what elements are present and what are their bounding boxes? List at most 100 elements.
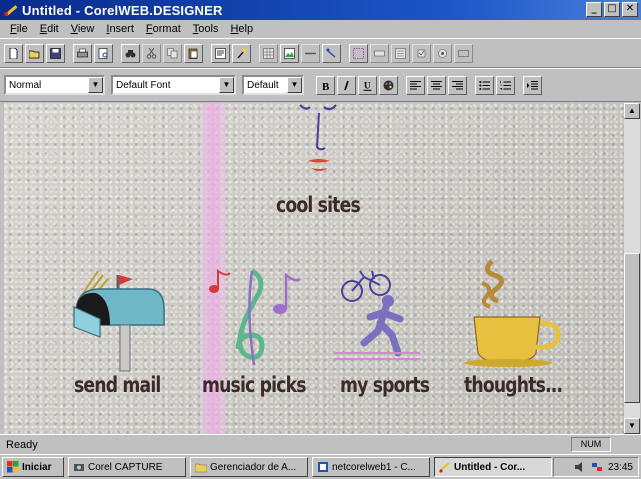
save-button[interactable] bbox=[46, 43, 65, 63]
title-bar: Untitled - CorelWEB.DESIGNER _ □ ✕ bbox=[0, 0, 641, 20]
menu-view[interactable]: View bbox=[65, 23, 101, 35]
folder-icon bbox=[195, 463, 207, 473]
system-tray: 23:45 bbox=[553, 457, 639, 477]
new-document-button[interactable] bbox=[4, 43, 23, 63]
bulleted-list-icon bbox=[479, 80, 490, 90]
floppy-disk-icon bbox=[50, 47, 61, 59]
bold-button[interactable]: B bbox=[316, 75, 335, 95]
font-color-button[interactable] bbox=[379, 75, 398, 95]
table-button[interactable] bbox=[259, 43, 278, 63]
submit-button-tool[interactable] bbox=[454, 43, 473, 63]
corel-app-icon[interactable] bbox=[3, 2, 19, 18]
insert-link-button[interactable] bbox=[322, 43, 341, 63]
taskbar-item-label: Corel CAPTURE bbox=[88, 461, 163, 473]
wand-icon bbox=[237, 48, 247, 58]
network-icon[interactable] bbox=[591, 461, 603, 473]
coffee-cup-icon[interactable] bbox=[464, 257, 574, 369]
menu-file[interactable]: File bbox=[4, 23, 34, 35]
runner-bicycle-icon[interactable] bbox=[330, 261, 440, 371]
vertical-scrollbar[interactable]: ▲ ▼ bbox=[624, 103, 640, 434]
taskbar-item-netcorelweb[interactable]: netcorelweb1 - C... bbox=[312, 457, 430, 477]
form-icon bbox=[353, 47, 364, 59]
start-label: Iniciar bbox=[22, 461, 52, 473]
folder-open-icon bbox=[29, 50, 40, 58]
menu-help[interactable]: Help bbox=[224, 23, 259, 35]
svg-text:B: B bbox=[322, 81, 330, 91]
print-button[interactable] bbox=[73, 43, 92, 63]
speaker-icon[interactable] bbox=[574, 461, 586, 473]
font-size-value: Default bbox=[247, 79, 279, 91]
close-button[interactable]: ✕ bbox=[622, 2, 638, 17]
windows-logo-icon bbox=[7, 461, 19, 473]
align-left-button[interactable] bbox=[406, 75, 425, 95]
document-icon bbox=[318, 462, 328, 472]
caption-send-mail[interactable]: send mail bbox=[74, 373, 161, 397]
caption-my-sports[interactable]: my sports bbox=[340, 373, 430, 397]
numbered-list-icon bbox=[500, 80, 511, 90]
list-box-button[interactable] bbox=[391, 43, 410, 63]
menu-tools[interactable]: Tools bbox=[187, 23, 225, 35]
chevron-down-icon[interactable]: ▼ bbox=[219, 77, 234, 93]
new-document-icon bbox=[9, 47, 18, 59]
underline-button[interactable]: U bbox=[358, 75, 377, 95]
find-button[interactable] bbox=[121, 43, 140, 63]
minimize-button[interactable]: _ bbox=[586, 2, 602, 17]
align-center-button[interactable] bbox=[427, 75, 446, 95]
font-name-select[interactable]: Default Font ▼ bbox=[111, 75, 236, 95]
form-button[interactable] bbox=[349, 43, 368, 63]
menu-format[interactable]: Format bbox=[140, 23, 187, 35]
treble-clef-icon[interactable] bbox=[200, 261, 310, 371]
svg-text:U: U bbox=[364, 80, 371, 90]
taskbar-item-label: netcorelweb1 - C... bbox=[332, 461, 416, 473]
link-icon bbox=[326, 48, 336, 58]
checkbox-button[interactable] bbox=[412, 43, 431, 63]
chevron-down-icon[interactable]: ▼ bbox=[88, 77, 103, 93]
mailbox-icon[interactable] bbox=[70, 261, 170, 373]
scroll-down-button[interactable]: ▼ bbox=[624, 418, 640, 434]
status-bar: Ready NUM bbox=[0, 434, 641, 454]
scroll-thumb[interactable] bbox=[624, 253, 640, 403]
document-canvas[interactable]: cool sites send mail music picks my spor… bbox=[4, 103, 624, 434]
chevron-down-icon[interactable]: ▼ bbox=[287, 77, 302, 93]
radio-button-tool[interactable] bbox=[433, 43, 452, 63]
text-field-button[interactable] bbox=[370, 43, 389, 63]
copy-button[interactable] bbox=[163, 43, 182, 63]
numbered-list-button[interactable] bbox=[496, 75, 515, 95]
bulleted-list-button[interactable] bbox=[475, 75, 494, 95]
align-right-icon bbox=[452, 80, 463, 89]
radio-icon bbox=[438, 48, 447, 58]
italic-button[interactable] bbox=[337, 75, 356, 95]
taskbar: Iniciar Corel CAPTURE Gerenciador de A..… bbox=[0, 454, 641, 479]
maximize-button[interactable]: □ bbox=[604, 2, 620, 17]
face-illustration bbox=[299, 104, 337, 171]
paste-button[interactable] bbox=[184, 43, 203, 63]
cut-button[interactable] bbox=[142, 43, 161, 63]
push-button-icon bbox=[458, 49, 469, 57]
caption-thoughts[interactable]: thoughts... bbox=[464, 373, 563, 397]
table-icon bbox=[263, 47, 274, 59]
printer-icon bbox=[77, 48, 88, 57]
open-button[interactable] bbox=[25, 43, 44, 63]
wizard-button[interactable] bbox=[232, 43, 251, 63]
menu-edit[interactable]: Edit bbox=[34, 23, 65, 35]
taskbar-item-corel-capture[interactable]: Corel CAPTURE bbox=[68, 457, 186, 477]
caption-music-picks[interactable]: music picks bbox=[202, 373, 307, 397]
caption-cool-sites[interactable]: cool sites bbox=[276, 193, 361, 217]
paragraph-style-select[interactable]: Normal ▼ bbox=[4, 75, 105, 95]
window-controls: _ □ ✕ bbox=[586, 2, 638, 17]
clock: 23:45 bbox=[607, 461, 633, 473]
taskbar-item-untitled[interactable]: Untitled - Cor... bbox=[434, 457, 552, 477]
insert-line-button[interactable] bbox=[301, 43, 320, 63]
preview-button[interactable] bbox=[94, 43, 113, 63]
insert-image-button[interactable] bbox=[280, 43, 299, 63]
menu-insert[interactable]: Insert bbox=[100, 23, 140, 35]
start-button[interactable]: Iniciar bbox=[2, 457, 64, 477]
font-size-select[interactable]: Default ▼ bbox=[242, 75, 304, 95]
corel-app-icon bbox=[439, 462, 450, 473]
taskbar-item-file-manager[interactable]: Gerenciador de A... bbox=[190, 457, 308, 477]
text-field-icon bbox=[374, 50, 385, 56]
align-right-button[interactable] bbox=[448, 75, 467, 95]
indent-button[interactable] bbox=[523, 75, 542, 95]
scroll-up-button[interactable]: ▲ bbox=[624, 103, 640, 119]
properties-button[interactable] bbox=[211, 43, 230, 63]
